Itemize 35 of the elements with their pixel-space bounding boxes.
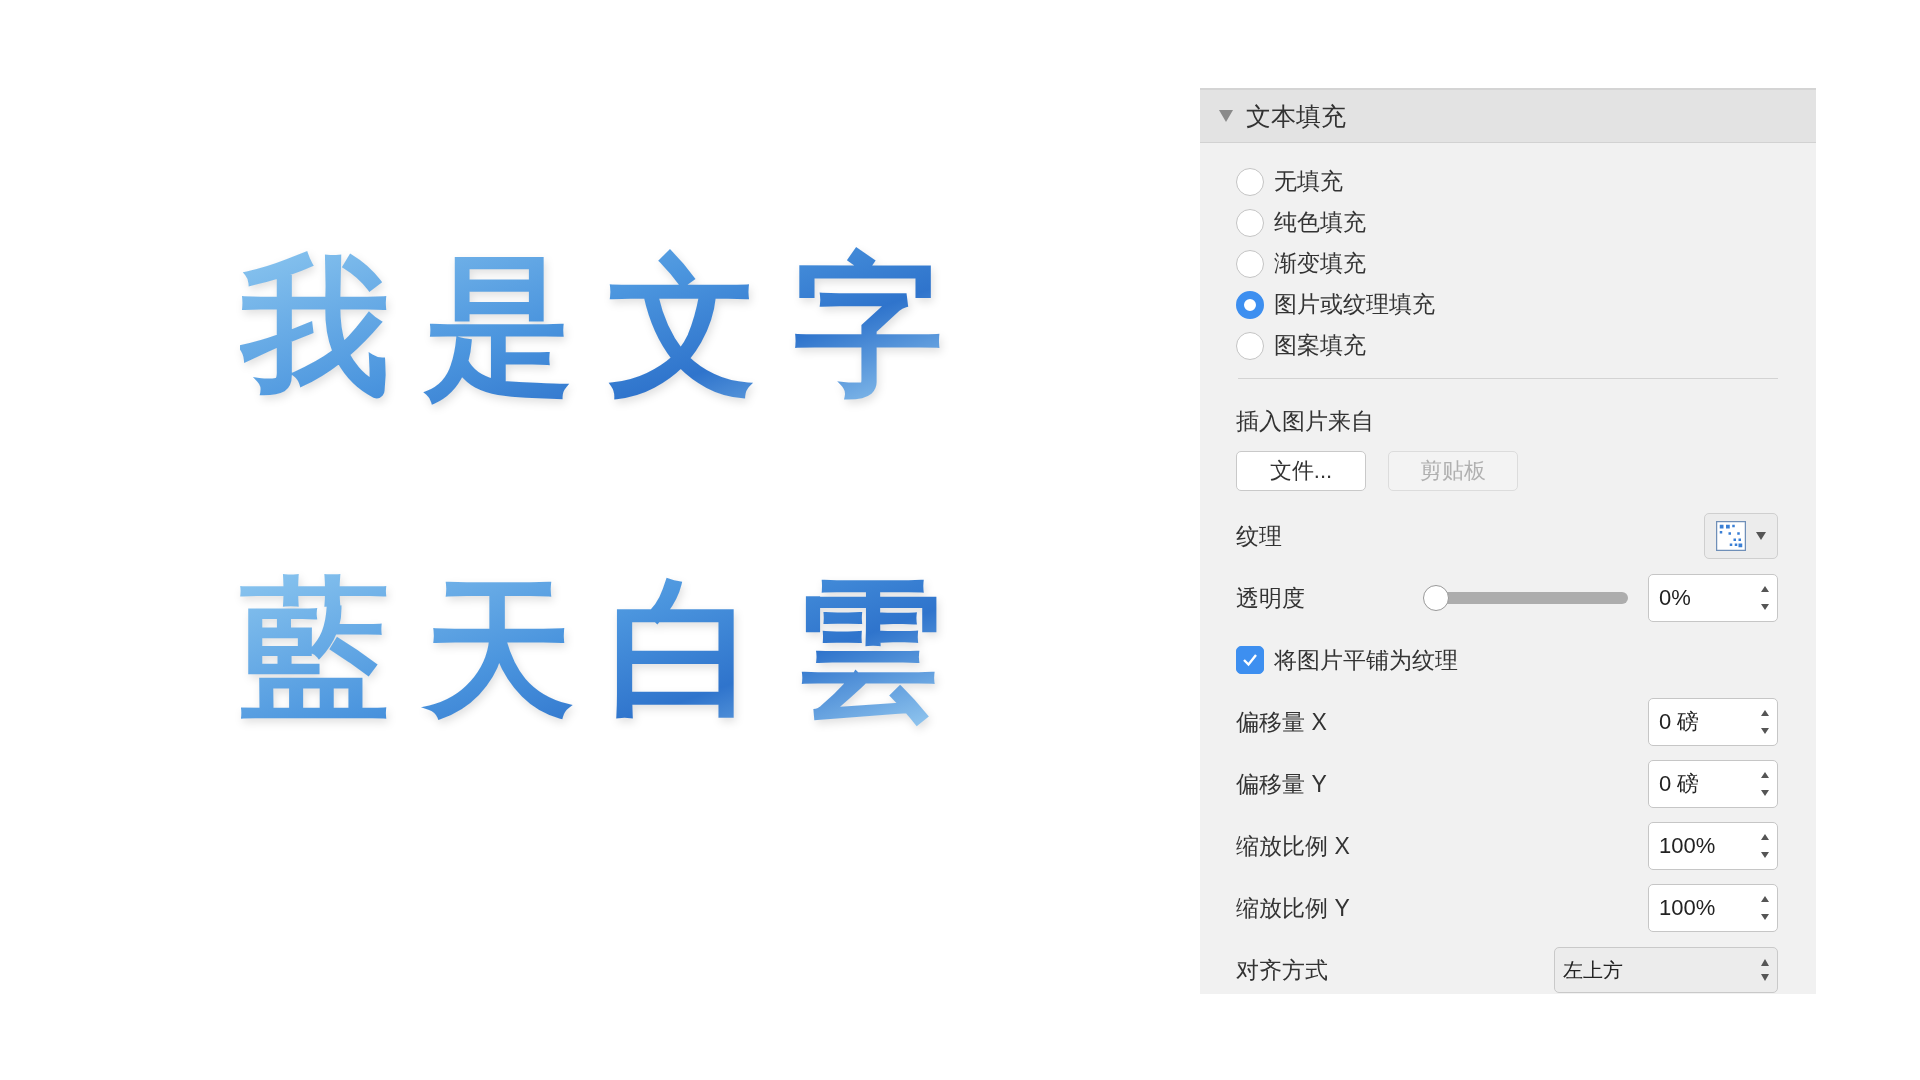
field-label: 缩放比例 Y	[1236, 893, 1350, 923]
spin-field[interactable]: 100%	[1648, 822, 1778, 870]
spin-field[interactable]: 100%	[1648, 884, 1778, 932]
radio-label[interactable]: 图案填充	[1274, 330, 1366, 361]
field-label: 缩放比例 X	[1236, 831, 1350, 861]
caret-icon	[1756, 532, 1766, 540]
field-label: 偏移量 Y	[1236, 769, 1327, 799]
radio-button[interactable]	[1236, 249, 1264, 278]
radio-label[interactable]: 图片或纹理填充	[1274, 289, 1435, 320]
radio-button[interactable]	[1236, 290, 1264, 319]
radio-button[interactable]	[1236, 167, 1264, 196]
field-label: 偏移量 X	[1236, 707, 1327, 737]
section-header[interactable]: 文本填充	[1200, 90, 1816, 143]
slider-thumb[interactable]	[1423, 585, 1449, 611]
disclosure-triangle-icon	[1218, 109, 1234, 123]
texture-label: 纹理	[1236, 521, 1282, 551]
transparency-slider[interactable]	[1425, 585, 1630, 611]
radio-label[interactable]: 纯色填充	[1274, 207, 1366, 238]
radio-label[interactable]: 渐变填充	[1274, 248, 1366, 279]
transparency-label: 透明度	[1236, 583, 1305, 613]
radio-button[interactable]	[1236, 331, 1264, 360]
radio-button[interactable]	[1236, 208, 1264, 237]
spin-field[interactable]: 0 磅	[1648, 698, 1778, 746]
checkbox-label[interactable]: 将图片平铺为纹理	[1274, 644, 1458, 676]
alignment-label: 对齐方式	[1236, 955, 1328, 985]
spin-field[interactable]: 0 磅	[1648, 760, 1778, 808]
texture-swatch-icon	[1716, 521, 1746, 551]
section-title: 文本填充	[1246, 100, 1346, 132]
transparency-spin-field[interactable]: 0%	[1648, 574, 1778, 622]
checkbox[interactable]	[1236, 646, 1264, 674]
texture-picker[interactable]	[1704, 513, 1778, 559]
source-button[interactable]: 文件...	[1236, 451, 1366, 491]
radio-label[interactable]: 无填充	[1274, 166, 1343, 197]
insert-from-label: 插入图片来自	[1236, 406, 1375, 436]
alignment-dropdown[interactable]: 左上方	[1554, 947, 1778, 993]
